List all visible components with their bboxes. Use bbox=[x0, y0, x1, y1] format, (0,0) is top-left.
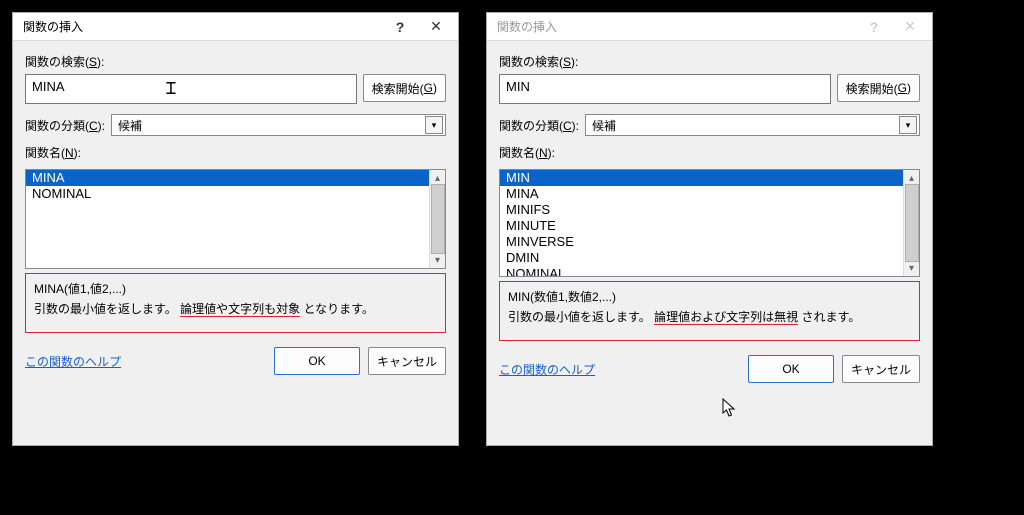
help-link[interactable]: この関数のヘルプ bbox=[499, 361, 740, 378]
help-icon[interactable]: ? bbox=[382, 14, 418, 40]
function-name-label: 関数名(N): bbox=[25, 144, 446, 161]
text-cursor-icon: Ꮖ bbox=[166, 81, 177, 97]
function-signature: MIN(数値1,数値2,...) bbox=[508, 288, 911, 305]
function-signature: MINA(値1,値2,...) bbox=[34, 280, 437, 297]
scroll-up-icon[interactable]: ▴ bbox=[435, 172, 440, 184]
function-name-label: 関数名(N): bbox=[499, 144, 920, 161]
chevron-down-icon: ▾ bbox=[425, 116, 443, 134]
function-list[interactable]: MIN MINA MINIFS MINUTE MINVERSE DMIN NOM… bbox=[499, 169, 920, 277]
list-item[interactable]: MINIFS bbox=[500, 202, 903, 218]
ok-button[interactable]: OK bbox=[748, 355, 834, 383]
scroll-down-icon[interactable]: ▾ bbox=[909, 262, 914, 274]
search-label: 関数の検索(S): bbox=[25, 53, 446, 70]
cancel-button[interactable]: キャンセル bbox=[368, 347, 446, 375]
list-item[interactable]: MINA bbox=[26, 170, 429, 186]
list-item[interactable]: MINVERSE bbox=[500, 234, 903, 250]
function-description: MINA(値1,値2,...) 引数の最小値を返します。 論理値や文字列も対象 … bbox=[25, 273, 446, 333]
help-link[interactable]: この関数のヘルプ bbox=[25, 353, 266, 370]
category-select[interactable]: 候補 ▾ bbox=[585, 114, 920, 136]
scrollbar[interactable]: ▴ ▾ bbox=[903, 170, 919, 276]
search-input[interactable]: MIN bbox=[499, 74, 831, 104]
titlebar: 関数の挿入 ? ✕ bbox=[13, 13, 458, 41]
category-select[interactable]: 候補 ▾ bbox=[111, 114, 446, 136]
scroll-thumb[interactable] bbox=[431, 184, 445, 254]
help-icon[interactable]: ? bbox=[856, 14, 892, 40]
search-start-button[interactable]: 検索開始(G) bbox=[837, 74, 920, 102]
scrollbar[interactable]: ▴ ▾ bbox=[429, 170, 445, 268]
function-list[interactable]: MINA NOMINAL ▴ ▾ bbox=[25, 169, 446, 269]
search-input[interactable]: MINA Ꮖ bbox=[25, 74, 357, 104]
ok-button[interactable]: OK bbox=[274, 347, 360, 375]
cancel-button[interactable]: キャンセル bbox=[842, 355, 920, 383]
scroll-down-icon[interactable]: ▾ bbox=[435, 254, 440, 266]
insert-function-dialog-right: 関数の挿入 ? ✕ 関数の検索(S): MIN 検索開始(G) 関数の分類(C)… bbox=[486, 12, 933, 446]
function-description: MIN(数値1,数値2,...) 引数の最小値を返します。 論理値および文字列は… bbox=[499, 281, 920, 341]
insert-function-dialog-left: 関数の挿入 ? ✕ 関数の検索(S): MINA Ꮖ 検索開始(G) 関数の分類… bbox=[12, 12, 459, 446]
scroll-thumb[interactable] bbox=[905, 184, 919, 262]
search-start-button[interactable]: 検索開始(G) bbox=[363, 74, 446, 102]
search-label: 関数の検索(S): bbox=[499, 53, 920, 70]
chevron-down-icon: ▾ bbox=[899, 116, 917, 134]
list-item[interactable]: NOMINAL bbox=[500, 266, 903, 276]
list-item[interactable]: MINA bbox=[500, 186, 903, 202]
dialog-title: 関数の挿入 bbox=[23, 18, 382, 35]
list-item[interactable]: MIN bbox=[500, 170, 903, 186]
titlebar: 関数の挿入 ? ✕ bbox=[487, 13, 932, 41]
list-item[interactable]: MINUTE bbox=[500, 218, 903, 234]
dialog-title: 関数の挿入 bbox=[497, 18, 856, 35]
scroll-up-icon[interactable]: ▴ bbox=[909, 172, 914, 184]
category-label: 関数の分類(C): bbox=[25, 117, 105, 134]
list-item[interactable]: NOMINAL bbox=[26, 186, 429, 202]
close-icon[interactable]: ✕ bbox=[418, 14, 454, 40]
close-icon[interactable]: ✕ bbox=[892, 14, 928, 40]
category-label: 関数の分類(C): bbox=[499, 117, 579, 134]
list-item[interactable]: DMIN bbox=[500, 250, 903, 266]
